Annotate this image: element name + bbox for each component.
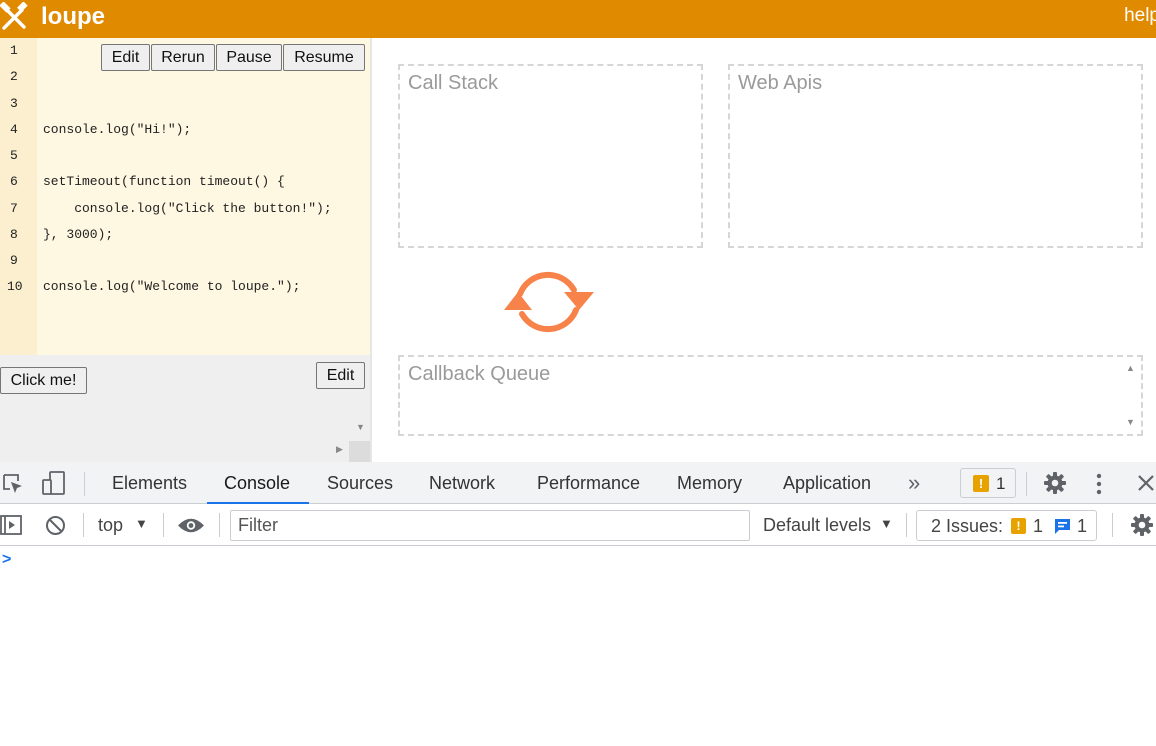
help-link[interactable]: help [1124, 5, 1156, 27]
line-number: 8 [10, 227, 18, 242]
console-output[interactable] [0, 547, 1156, 746]
separator [163, 513, 164, 537]
separator [1112, 513, 1113, 537]
clear-console-icon[interactable] [45, 515, 66, 536]
code-panel: 1 2 3 4 5 6 7 8 9 10 console.log("Hi!");… [0, 38, 372, 462]
line-number: 2 [10, 69, 18, 84]
separator [83, 513, 84, 537]
callback-queue-title: Callback Queue [408, 363, 551, 385]
code-line: console.log("Welcome to loupe."); [43, 279, 301, 294]
chevron-down-icon[interactable]: ▼ [880, 516, 893, 531]
warnings-badge[interactable]: ! 1 [960, 468, 1016, 498]
line-number: 1 [10, 43, 18, 58]
call-stack-box: Call Stack [398, 64, 703, 248]
log-levels-dropdown[interactable]: Default levels [763, 515, 871, 536]
line-number: 3 [10, 96, 18, 111]
close-icon[interactable] [1137, 474, 1155, 492]
line-number: 10 [7, 279, 23, 294]
sidebar-toggle-icon[interactable] [0, 514, 22, 536]
more-tabs-icon[interactable]: » [908, 470, 920, 496]
tab-sources[interactable]: Sources [327, 473, 393, 494]
code-line: console.log("Hi!"); [43, 122, 192, 137]
click-me-button[interactable]: Click me! [0, 367, 87, 394]
scroll-down-icon[interactable]: ▼ [1126, 417, 1135, 427]
kebab-menu-icon[interactable] [1096, 473, 1102, 495]
tab-console[interactable]: Console [224, 473, 290, 494]
line-gutter [0, 38, 37, 355]
gear-icon[interactable] [1043, 471, 1067, 495]
warning-count: 1 [996, 474, 1006, 493]
code-editor[interactable]: 1 2 3 4 5 6 7 8 9 10 console.log("Hi!");… [0, 38, 370, 355]
issues-button[interactable]: 2 Issues: ! 1 1 [916, 510, 1097, 541]
html-preview: Click me! Edit ▼ ▶ [0, 355, 370, 462]
context-selector[interactable]: top [98, 515, 123, 536]
scroll-right-icon[interactable]: ▶ [336, 444, 343, 455]
separator [1026, 472, 1027, 496]
separator [84, 472, 85, 496]
chevron-down-icon[interactable]: ▼ [135, 516, 148, 531]
callback-queue-box: Callback Queue ▲ ▼ [398, 355, 1143, 436]
devtools-tabbar: Elements Console Sources Network Perform… [0, 462, 1156, 504]
code-line: console.log("Click the button!"); [43, 201, 332, 216]
tab-application[interactable]: Application [783, 473, 871, 494]
line-number: 6 [10, 174, 18, 189]
console-toolbar: top ▼ Default levels ▼ 2 Issues: ! 1 1 [0, 504, 1156, 546]
line-number: 4 [10, 122, 18, 137]
separator [219, 513, 220, 537]
issues-info-count: 1 [1077, 516, 1088, 536]
warning-icon: ! [1011, 518, 1026, 534]
scroll-down-icon[interactable]: ▼ [356, 422, 365, 432]
app-title: loupe [41, 3, 105, 30]
filter-input[interactable] [230, 510, 750, 541]
web-apis-box: Web Apis [728, 64, 1143, 248]
call-stack-title: Call Stack [408, 72, 499, 94]
line-number: 5 [10, 148, 18, 163]
scroll-corner [349, 441, 370, 462]
tab-network[interactable]: Network [429, 473, 495, 494]
device-toggle-icon[interactable] [42, 471, 66, 497]
console-settings-gear-icon[interactable] [1130, 513, 1154, 537]
code-line: }, 3000); [43, 227, 114, 242]
tab-memory[interactable]: Memory [677, 473, 742, 494]
edit-button[interactable]: Edit [101, 44, 150, 71]
line-number: 9 [10, 253, 18, 268]
warning-icon: ! [973, 475, 989, 492]
inspect-element-icon[interactable] [2, 473, 24, 495]
rerun-button[interactable]: Rerun [151, 44, 215, 71]
resume-button[interactable]: Resume [283, 44, 365, 71]
issues-label: 2 Issues: [931, 516, 1004, 536]
info-message-icon [1055, 519, 1070, 534]
tab-performance[interactable]: Performance [537, 473, 640, 494]
app-header: loupe help [0, 0, 1156, 38]
separator [906, 513, 907, 537]
code-line: setTimeout(function timeout() { [43, 174, 285, 189]
scroll-up-icon[interactable]: ▲ [1126, 363, 1135, 373]
web-apis-title: Web Apis [738, 72, 823, 94]
pause-button[interactable]: Pause [216, 44, 282, 71]
line-number: 7 [10, 201, 18, 216]
hammer-wrench-icon [0, 2, 28, 30]
console-prompt[interactable]: > [2, 551, 11, 569]
tab-elements[interactable]: Elements [112, 473, 187, 494]
eye-icon[interactable] [177, 517, 205, 534]
issues-warning-count: 1 [1033, 516, 1044, 536]
event-loop-icon [504, 271, 594, 333]
html-edit-button[interactable]: Edit [316, 362, 365, 389]
